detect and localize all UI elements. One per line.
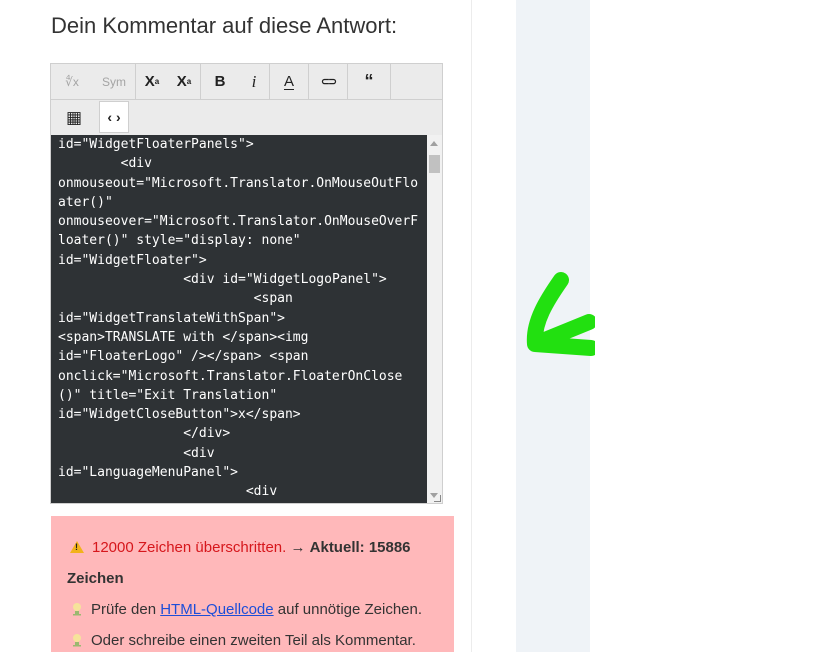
limit-exceeded-text: 12000 Zeichen überschritten. [92, 539, 287, 556]
lightbulb-icon [73, 603, 81, 616]
formula-button[interactable]: ∜x [51, 64, 93, 99]
text-color-button[interactable]: A [270, 64, 308, 99]
formula-icon: ∜x [65, 74, 79, 89]
superscript-button[interactable]: Xa [136, 64, 168, 99]
green-arrow-icon [526, 272, 595, 356]
resize-handle-icon[interactable] [434, 495, 441, 502]
superscript-mark: a [154, 77, 160, 86]
toolbar-group-table: ▦ ‹ › [51, 100, 129, 136]
warning-line: 12000 Zeichen überschritten. → Aktuell: … [70, 539, 411, 556]
hint-second-part: Oder schreibe einen zweiten Teil als Kom… [70, 632, 416, 649]
symbol-icon: Sym [102, 74, 126, 89]
warning-icon [70, 541, 84, 553]
italic-icon: i [251, 71, 257, 91]
hint1-after: auf unnötige Zeichen. [273, 601, 423, 618]
arrow-text: → [286, 539, 310, 556]
table-button[interactable]: ▦ [51, 100, 97, 135]
bold-button[interactable]: B [201, 64, 239, 99]
scrollbar-thumb[interactable] [429, 155, 440, 173]
subscript-icon: X [176, 73, 187, 90]
hint1-before: Prüfe den [91, 601, 161, 618]
table-icon: ▦ [65, 107, 83, 127]
toolbar-group-format: B i [201, 64, 270, 99]
character-limit-warning: 12000 Zeichen überschritten. → Aktuell: … [51, 516, 454, 652]
toolbar-group-link: ⊂⊃ [309, 64, 348, 99]
toolbar-row-2: ▦ ‹ › [51, 100, 129, 136]
count-unit: Zeichen [67, 570, 124, 587]
subscript-mark: a [186, 77, 192, 86]
symbol-button[interactable]: Sym [93, 64, 135, 99]
column-divider [471, 0, 472, 652]
superscript-icon: X [144, 73, 155, 90]
code-icon: ‹ › [107, 109, 121, 125]
editor-toolbar: ∜x Sym Xa Xa B i A ⊂⊃ “ ▦ ‹ › [50, 63, 443, 135]
hint-check-source: Prüfe den HTML-Quellcode auf unnötige Ze… [70, 601, 422, 618]
current-count: Aktuell: 15886 [309, 539, 411, 556]
html-source-link[interactable]: HTML-Quellcode [160, 601, 273, 618]
text-color-icon: A [283, 73, 294, 90]
source-code-button[interactable]: ‹ › [99, 101, 129, 133]
subscript-button[interactable]: Xa [168, 64, 200, 99]
source-code-text[interactable]: id="WidgetFloaterPanels"> <div onmouseou… [58, 135, 423, 503]
link-button[interactable]: ⊂⊃ [309, 64, 347, 99]
scroll-up-arrow-icon[interactable] [430, 141, 438, 146]
hint2-text: Oder schreibe einen zweiten Teil als Kom… [91, 632, 416, 649]
toolbar-group-math: ∜x Sym [51, 64, 136, 99]
lightbulb-icon [73, 634, 81, 647]
italic-button[interactable]: i [239, 64, 269, 99]
quote-icon: “ [364, 71, 374, 91]
comment-heading: Dein Kommentar auf diese Antwort: [51, 13, 398, 38]
quote-button[interactable]: “ [348, 64, 390, 99]
toolbar-row-1: ∜x Sym Xa Xa B i A ⊂⊃ “ [51, 64, 442, 100]
source-code-editor[interactable]: id="WidgetFloaterPanels"> <div onmouseou… [50, 135, 443, 504]
link-icon: ⊂⊃ [320, 76, 338, 88]
editor-scrollbar[interactable] [427, 135, 442, 503]
toolbar-group-script: Xa Xa [136, 64, 201, 99]
toolbar-group-quote: “ [348, 64, 391, 99]
bold-icon: B [214, 73, 226, 90]
toolbar-group-color: A [270, 64, 309, 99]
